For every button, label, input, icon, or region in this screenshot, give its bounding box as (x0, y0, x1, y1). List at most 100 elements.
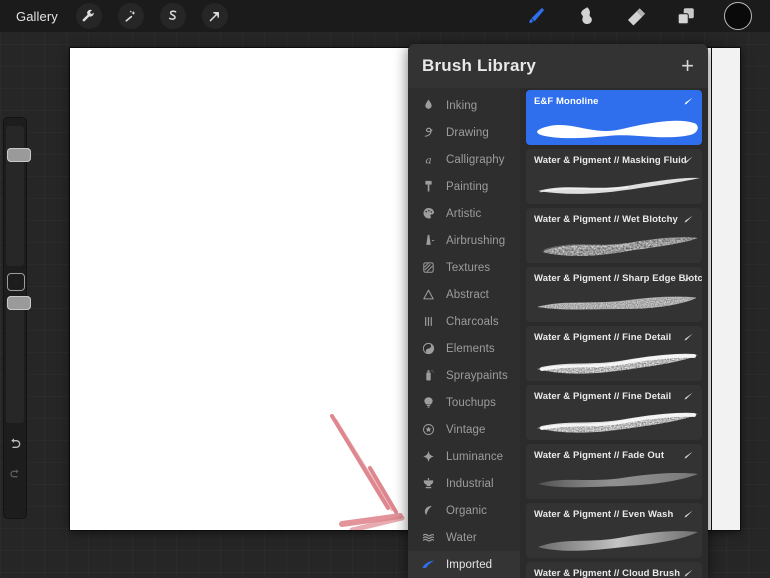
layers-button[interactable] (674, 4, 698, 28)
category-label: Vintage (446, 423, 486, 436)
airbrush-icon (418, 232, 438, 250)
top-toolbar: Gallery (0, 0, 770, 32)
leaf-icon (418, 502, 438, 520)
actions-wrench-button[interactable] (75, 3, 102, 29)
paint-brush-icon (418, 178, 438, 196)
gallery-button[interactable]: Gallery (12, 6, 62, 27)
redo-icon (10, 469, 19, 478)
sparkle-icon (418, 448, 438, 466)
category-item-painting[interactable]: Painting (408, 173, 520, 200)
category-item-organic[interactable]: Organic (408, 497, 520, 524)
left-tool-group (75, 3, 228, 29)
squiggle-icon (418, 124, 438, 142)
adjustments-wand-button[interactable] (117, 3, 144, 29)
category-item-drawing[interactable]: Drawing (408, 119, 520, 146)
category-label: Industrial (446, 477, 494, 490)
brush-edit-icon[interactable] (681, 331, 695, 343)
brush-item[interactable]: Water & Pigment // Fine Detail (526, 326, 702, 381)
category-item-elements[interactable]: Elements (408, 335, 520, 362)
modify-button[interactable] (7, 273, 25, 291)
brush-edit-icon[interactable] (681, 390, 695, 402)
redo-button[interactable] (7, 466, 23, 482)
add-brush-button[interactable]: + (681, 55, 694, 77)
spray-can-icon (418, 367, 438, 385)
yin-yang-icon (418, 340, 438, 358)
layers-icon (677, 8, 694, 25)
brush-library-header: Brush Library + (408, 44, 708, 88)
opacity-knob[interactable] (7, 296, 31, 310)
paint-brush-button[interactable] (524, 4, 548, 28)
brush-edit-icon[interactable] (681, 272, 695, 284)
category-item-inking[interactable]: Inking (408, 92, 520, 119)
brush-list[interactable]: E&F Monoline Water & Pigment // Masking … (520, 88, 708, 578)
opacity-slider[interactable] (6, 296, 31, 423)
brush-edit-icon[interactable] (681, 95, 695, 107)
category-item-touchups[interactable]: Touchups (408, 389, 520, 416)
brush-library-body: Inking Drawing a Calligraphy Painting Artisti… (408, 88, 708, 578)
undo-button[interactable] (7, 436, 23, 452)
brush-edit-icon[interactable] (681, 154, 695, 166)
brush-item[interactable]: Water & Pigment // Fade Out (526, 444, 702, 499)
smudge-icon (581, 7, 592, 24)
ink-drop-icon (418, 97, 438, 115)
left-sidebar (4, 118, 31, 518)
brush-item[interactable]: Water & Pigment // Fine Detail (526, 385, 702, 440)
category-label: Calligraphy (446, 153, 505, 166)
selection-icon (169, 9, 177, 20)
category-label: Spraypaints (446, 369, 508, 382)
brush-size-slider[interactable] (6, 126, 31, 266)
undo-icon (11, 438, 21, 448)
category-item-luminance[interactable]: Luminance (408, 443, 520, 470)
triangle-icon (418, 286, 438, 304)
category-item-industrial[interactable]: Industrial (408, 470, 520, 497)
category-item-water[interactable]: Water (408, 524, 520, 551)
brush-size-knob[interactable] (7, 148, 31, 162)
brush-stroke-thumbnail (532, 405, 702, 437)
category-item-artistic[interactable]: Artistic (408, 200, 520, 227)
category-label: Luminance (446, 450, 504, 463)
brush-item[interactable]: Water & Pigment // Wet Blotchy (526, 208, 702, 263)
brush-stroke-thumbnail (532, 346, 702, 378)
brush-stroke-thumbnail (532, 287, 702, 319)
brush-item[interactable]: Water & Pigment // Cloud Brush (526, 562, 702, 578)
category-item-airbrushing[interactable]: Airbrushing (408, 227, 520, 254)
category-item-abstract[interactable]: Abstract (408, 281, 520, 308)
category-label: Inking (446, 99, 478, 112)
waves-icon (418, 529, 438, 547)
brush-name: Water & Pigment // Even Wash (534, 509, 674, 520)
category-item-vintage[interactable]: Vintage (408, 416, 520, 443)
category-label: Painting (446, 180, 489, 193)
brush-stroke-thumbnail (532, 464, 702, 496)
category-label: Artistic (446, 207, 482, 220)
paint-brush-icon (529, 7, 545, 24)
eraser-button[interactable] (624, 4, 648, 28)
blue-swoosh-icon (418, 556, 438, 574)
category-label: Touchups (446, 396, 497, 409)
brush-item[interactable]: Water & Pigment // Sharp Edge Blotchy (526, 267, 702, 322)
palette-icon (418, 205, 438, 223)
category-item-imported[interactable]: Imported (408, 551, 520, 578)
brush-item[interactable]: Water & Pigment // Even Wash (526, 503, 702, 558)
brush-edit-icon[interactable] (681, 508, 695, 520)
selection-button[interactable] (159, 3, 186, 29)
brush-item[interactable]: Water & Pigment // Masking Fluid (526, 149, 702, 204)
brush-name: Water & Pigment // Masking Fluid (534, 155, 687, 166)
category-label: Abstract (446, 288, 489, 301)
category-item-spraypaints[interactable]: Spraypaints (408, 362, 520, 389)
actions-wrench-icon (82, 9, 95, 21)
brush-name: E&F Monoline (534, 96, 599, 107)
eraser-icon (627, 8, 646, 26)
transform-arrow-button[interactable] (201, 3, 228, 29)
brush-edit-icon[interactable] (681, 567, 695, 578)
bars-icon (418, 313, 438, 331)
brush-item[interactable]: E&F Monoline (526, 90, 702, 145)
category-item-textures[interactable]: Textures (408, 254, 520, 281)
color-swatch-button[interactable] (724, 2, 752, 30)
category-label: Elements (446, 342, 495, 355)
category-item-calligraphy[interactable]: a Calligraphy (408, 146, 520, 173)
smudge-button[interactable] (574, 4, 598, 28)
brush-edit-icon[interactable] (681, 449, 695, 461)
category-item-charcoals[interactable]: Charcoals (408, 308, 520, 335)
brush-category-list[interactable]: Inking Drawing a Calligraphy Painting Artisti… (408, 88, 520, 578)
brush-edit-icon[interactable] (681, 213, 695, 225)
